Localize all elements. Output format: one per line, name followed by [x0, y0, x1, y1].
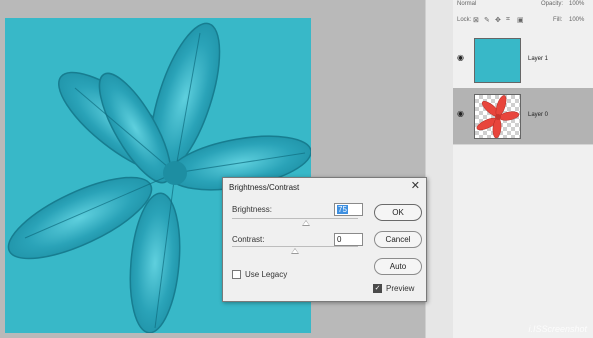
opacity-value[interactable]: 100% [569, 1, 584, 7]
lock-brush-icon[interactable]: ✎ [484, 16, 490, 24]
fill-value[interactable]: 100% [569, 17, 584, 23]
layer-name: Layer 1 [528, 56, 549, 62]
cancel-button[interactable]: Cancel [374, 231, 422, 248]
brightness-slider-track[interactable] [232, 218, 358, 219]
use-legacy-checkbox[interactable] [232, 270, 241, 279]
layer-thumbnail [474, 38, 521, 83]
lock-label: Lock: [457, 17, 472, 23]
eye-icon[interactable]: ◉ [457, 110, 467, 118]
layer-thumbnail [474, 94, 521, 139]
preview-label: Preview [386, 284, 415, 293]
lock-row: Lock: ⊠ ✎ ✥ ⌗ ▣ Fill: 100% [453, 14, 593, 30]
contrast-label: Contrast: [232, 235, 265, 244]
brightness-input[interactable]: 75 [334, 203, 363, 216]
lock-artboard-icon[interactable]: ⌗ [506, 16, 510, 24]
contrast-value: 0 [337, 235, 342, 244]
red-flower-thumbnail [476, 95, 520, 139]
brightness-label: Brightness: [232, 205, 273, 214]
use-legacy-label: Use Legacy [245, 270, 288, 279]
brightness-value: 75 [337, 205, 348, 214]
layers-panel: Normal Opacity: 100% Lock: ⊠ ✎ ✥ ⌗ ▣ Fil… [453, 0, 593, 338]
auto-button[interactable]: Auto [374, 258, 422, 275]
blend-mode-select[interactable]: Normal [457, 1, 476, 7]
preview-checkbox[interactable]: ✓ [373, 284, 382, 293]
lock-move-icon[interactable]: ✥ [495, 16, 501, 24]
contrast-slider-track[interactable] [232, 246, 358, 247]
contrast-slider-handle[interactable] [291, 248, 299, 254]
opacity-label: Opacity: [541, 1, 564, 7]
brightness-slider-handle[interactable] [302, 220, 310, 226]
watermark: i.ISScreenshot [528, 324, 587, 334]
ok-button[interactable]: OK [374, 204, 422, 221]
dialog-title: Brightness/Contrast [229, 183, 300, 192]
close-icon[interactable]: ✕ [411, 180, 420, 192]
eye-icon[interactable]: ◉ [457, 54, 467, 62]
layer-row-layer-0[interactable]: ◉ Layer 0 [453, 88, 593, 145]
layer-row-layer-1[interactable]: ◉ Layer 1 [453, 32, 593, 89]
lock-all-icon[interactable]: ▣ [517, 16, 524, 24]
layer-name: Layer 0 [528, 112, 549, 118]
panel-divider [425, 0, 454, 338]
fill-label: Fill: [553, 17, 563, 23]
lock-transparency-icon[interactable]: ⊠ [473, 16, 479, 24]
contrast-input[interactable]: 0 [334, 233, 363, 246]
brightness-contrast-dialog: Brightness/Contrast ✕ Brightness: 75 Con… [222, 177, 427, 302]
